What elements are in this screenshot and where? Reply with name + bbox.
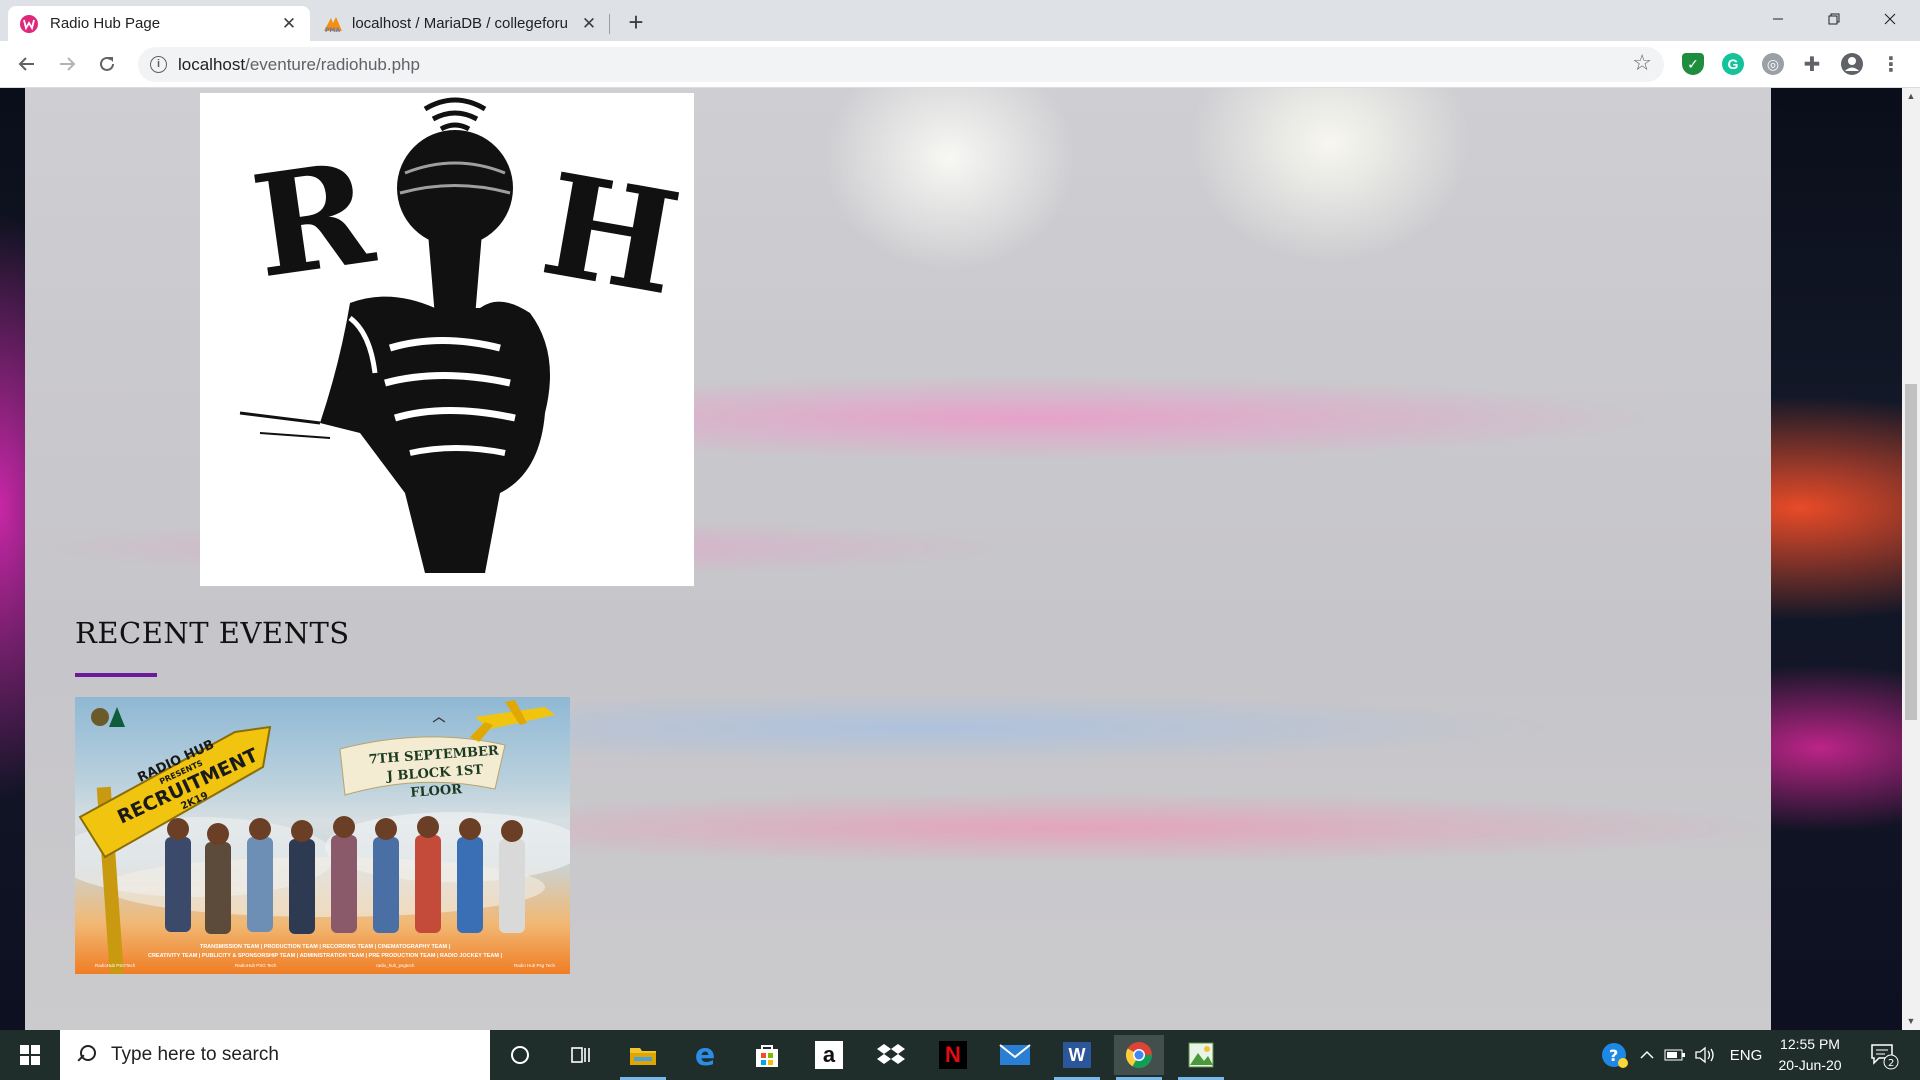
clock-time: 12:55 PM xyxy=(1780,1036,1840,1052)
url-host: localhost xyxy=(178,55,246,74)
amazon-icon[interactable]: a xyxy=(804,1035,854,1075)
grammarly-extension-icon[interactable]: G xyxy=(1722,53,1744,75)
close-window-button[interactable] xyxy=(1862,0,1918,38)
system-clock[interactable]: 12:55 PM 20-Jun-20 xyxy=(1770,1034,1850,1076)
page-viewport: R H RECENT EVENTS RADIO HUB PRESENTS REC… xyxy=(0,88,1902,1030)
word-icon[interactable]: W xyxy=(1052,1035,1102,1080)
logo-letter-r: R xyxy=(244,131,384,310)
address-bar[interactable]: i localhost/eventure/radiohub.php ☆ xyxy=(138,47,1664,82)
shield-extension-icon[interactable]: ✓ xyxy=(1682,53,1704,75)
wamp-icon xyxy=(20,14,38,33)
tab-title: localhost / MariaDB / collegeforu xyxy=(352,15,568,32)
start-button[interactable] xyxy=(0,1030,60,1080)
battery-icon[interactable] xyxy=(1662,1030,1688,1080)
help-icon[interactable]: ? xyxy=(1596,1030,1632,1080)
taskbar-search-box[interactable]: Type here to search xyxy=(60,1030,490,1080)
search-placeholder: Type here to search xyxy=(111,1044,279,1065)
clock-date: 20-Jun-20 xyxy=(1778,1057,1842,1073)
url-text: localhost/eventure/radiohub.php xyxy=(178,55,420,75)
new-tab-button[interactable]: + xyxy=(623,9,649,36)
back-button[interactable] xyxy=(12,49,42,79)
poster-teams-line: CREATIVITY TEAM | PUBLICITY & SPONSORSHI… xyxy=(147,953,502,959)
forward-button[interactable] xyxy=(52,49,82,79)
content-panel: R H RECENT EVENTS RADIO HUB PRESENTS REC… xyxy=(25,88,1771,1030)
tab-radio-hub[interactable]: Radio Hub Page ✕ xyxy=(8,6,310,41)
reload-button[interactable] xyxy=(92,49,122,79)
volume-icon[interactable] xyxy=(1692,1030,1718,1080)
close-tab-icon[interactable]: ✕ xyxy=(580,14,598,33)
chrome-icon[interactable] xyxy=(1114,1035,1164,1080)
file-explorer-icon[interactable] xyxy=(618,1035,668,1080)
chevron-up-icon[interactable] xyxy=(1636,1030,1658,1080)
title-underline xyxy=(75,673,157,677)
cortana-icon[interactable] xyxy=(495,1035,545,1075)
phpmyadmin-icon: PMA xyxy=(322,15,342,34)
browser-toolbar: i localhost/eventure/radiohub.php ☆ ✓ G … xyxy=(0,41,1920,88)
tab-title: Radio Hub Page xyxy=(50,15,161,32)
poster-social-handle: RadioHub PSG Tech xyxy=(234,963,277,968)
logo-letter-h: H xyxy=(531,143,690,327)
poster-social-handle: radio_hub_psgtech xyxy=(376,963,415,968)
poster-teams-text: TRANSMISSION TEAM | PRODUCTION TEAM | RE… xyxy=(135,943,515,961)
profile-avatar-icon[interactable] xyxy=(1841,53,1863,75)
language-indicator[interactable]: ENG xyxy=(1726,1030,1766,1080)
scroll-down-arrow-icon[interactable]: ▼ xyxy=(1902,1013,1920,1030)
windows-logo-icon xyxy=(20,1045,40,1065)
microsoft-store-icon[interactable] xyxy=(742,1035,792,1075)
mail-icon[interactable] xyxy=(990,1035,1040,1075)
netflix-icon[interactable]: N xyxy=(928,1035,978,1075)
tab-separator xyxy=(609,14,610,34)
poster-social-handle: Radio Hub Psg Tech xyxy=(514,963,555,968)
notification-center-icon[interactable]: 2 xyxy=(1864,1030,1904,1080)
search-icon xyxy=(75,1044,97,1066)
svg-text:PMA: PMA xyxy=(325,27,340,33)
url-path: /eventure/radiohub.php xyxy=(245,55,420,74)
bookmark-star-icon[interactable]: ☆ xyxy=(1632,50,1652,76)
page-scrollbar[interactable]: ▲ ▼ xyxy=(1902,88,1920,1030)
browser-tab-strip: Radio Hub Page ✕ PMA localhost / MariaDB… xyxy=(0,0,1920,41)
poster-social-handle: RadioHub PSGTech xyxy=(95,963,136,968)
poster-date-text: 7TH SEPTEMBER J BLOCK 1ST FLOOR xyxy=(358,742,511,806)
dropbox-icon[interactable] xyxy=(866,1035,916,1075)
close-tab-icon[interactable]: ✕ xyxy=(280,14,298,33)
microphone-fist-logo-icon: R H xyxy=(239,97,690,573)
recruitment-event-poster[interactable]: RADIO HUB PRESENTS RECRUITMENT 2K19 7TH … xyxy=(75,697,570,974)
recent-events-title: RECENT EVENTS xyxy=(75,616,350,650)
image-app-icon[interactable] xyxy=(1176,1035,1226,1080)
task-view-icon[interactable] xyxy=(556,1035,606,1075)
extensions-puzzle-icon[interactable]: ✚ xyxy=(1801,53,1823,76)
minimize-button[interactable] xyxy=(1750,0,1806,38)
scroll-up-arrow-icon[interactable]: ▲ xyxy=(1902,88,1920,105)
poster-artwork xyxy=(75,700,570,974)
poster-footer: RadioHub PSGTech RadioHub PSG Tech radio… xyxy=(95,963,555,968)
site-info-icon[interactable]: i xyxy=(150,56,167,73)
notification-count: 2 xyxy=(1888,1058,1894,1069)
restore-button[interactable] xyxy=(1806,0,1862,38)
edge-browser-icon[interactable]: e xyxy=(680,1035,730,1075)
poster-teams-line: TRANSMISSION TEAM | PRODUCTION TEAM | RE… xyxy=(199,944,451,950)
extension-circle-icon[interactable]: ◎ xyxy=(1762,53,1784,75)
browser-menu-icon[interactable]: ⋮ xyxy=(1880,53,1902,76)
windows-taskbar: Type here to search e a N W ? ENG 12:55 … xyxy=(0,1030,1920,1080)
radio-hub-logo: R H xyxy=(200,93,694,586)
tab-phpmyadmin[interactable]: PMA localhost / MariaDB / collegeforu ✕ xyxy=(310,6,610,41)
svg-text:?: ? xyxy=(1609,1046,1618,1065)
scrollbar-thumb[interactable] xyxy=(1905,384,1917,720)
